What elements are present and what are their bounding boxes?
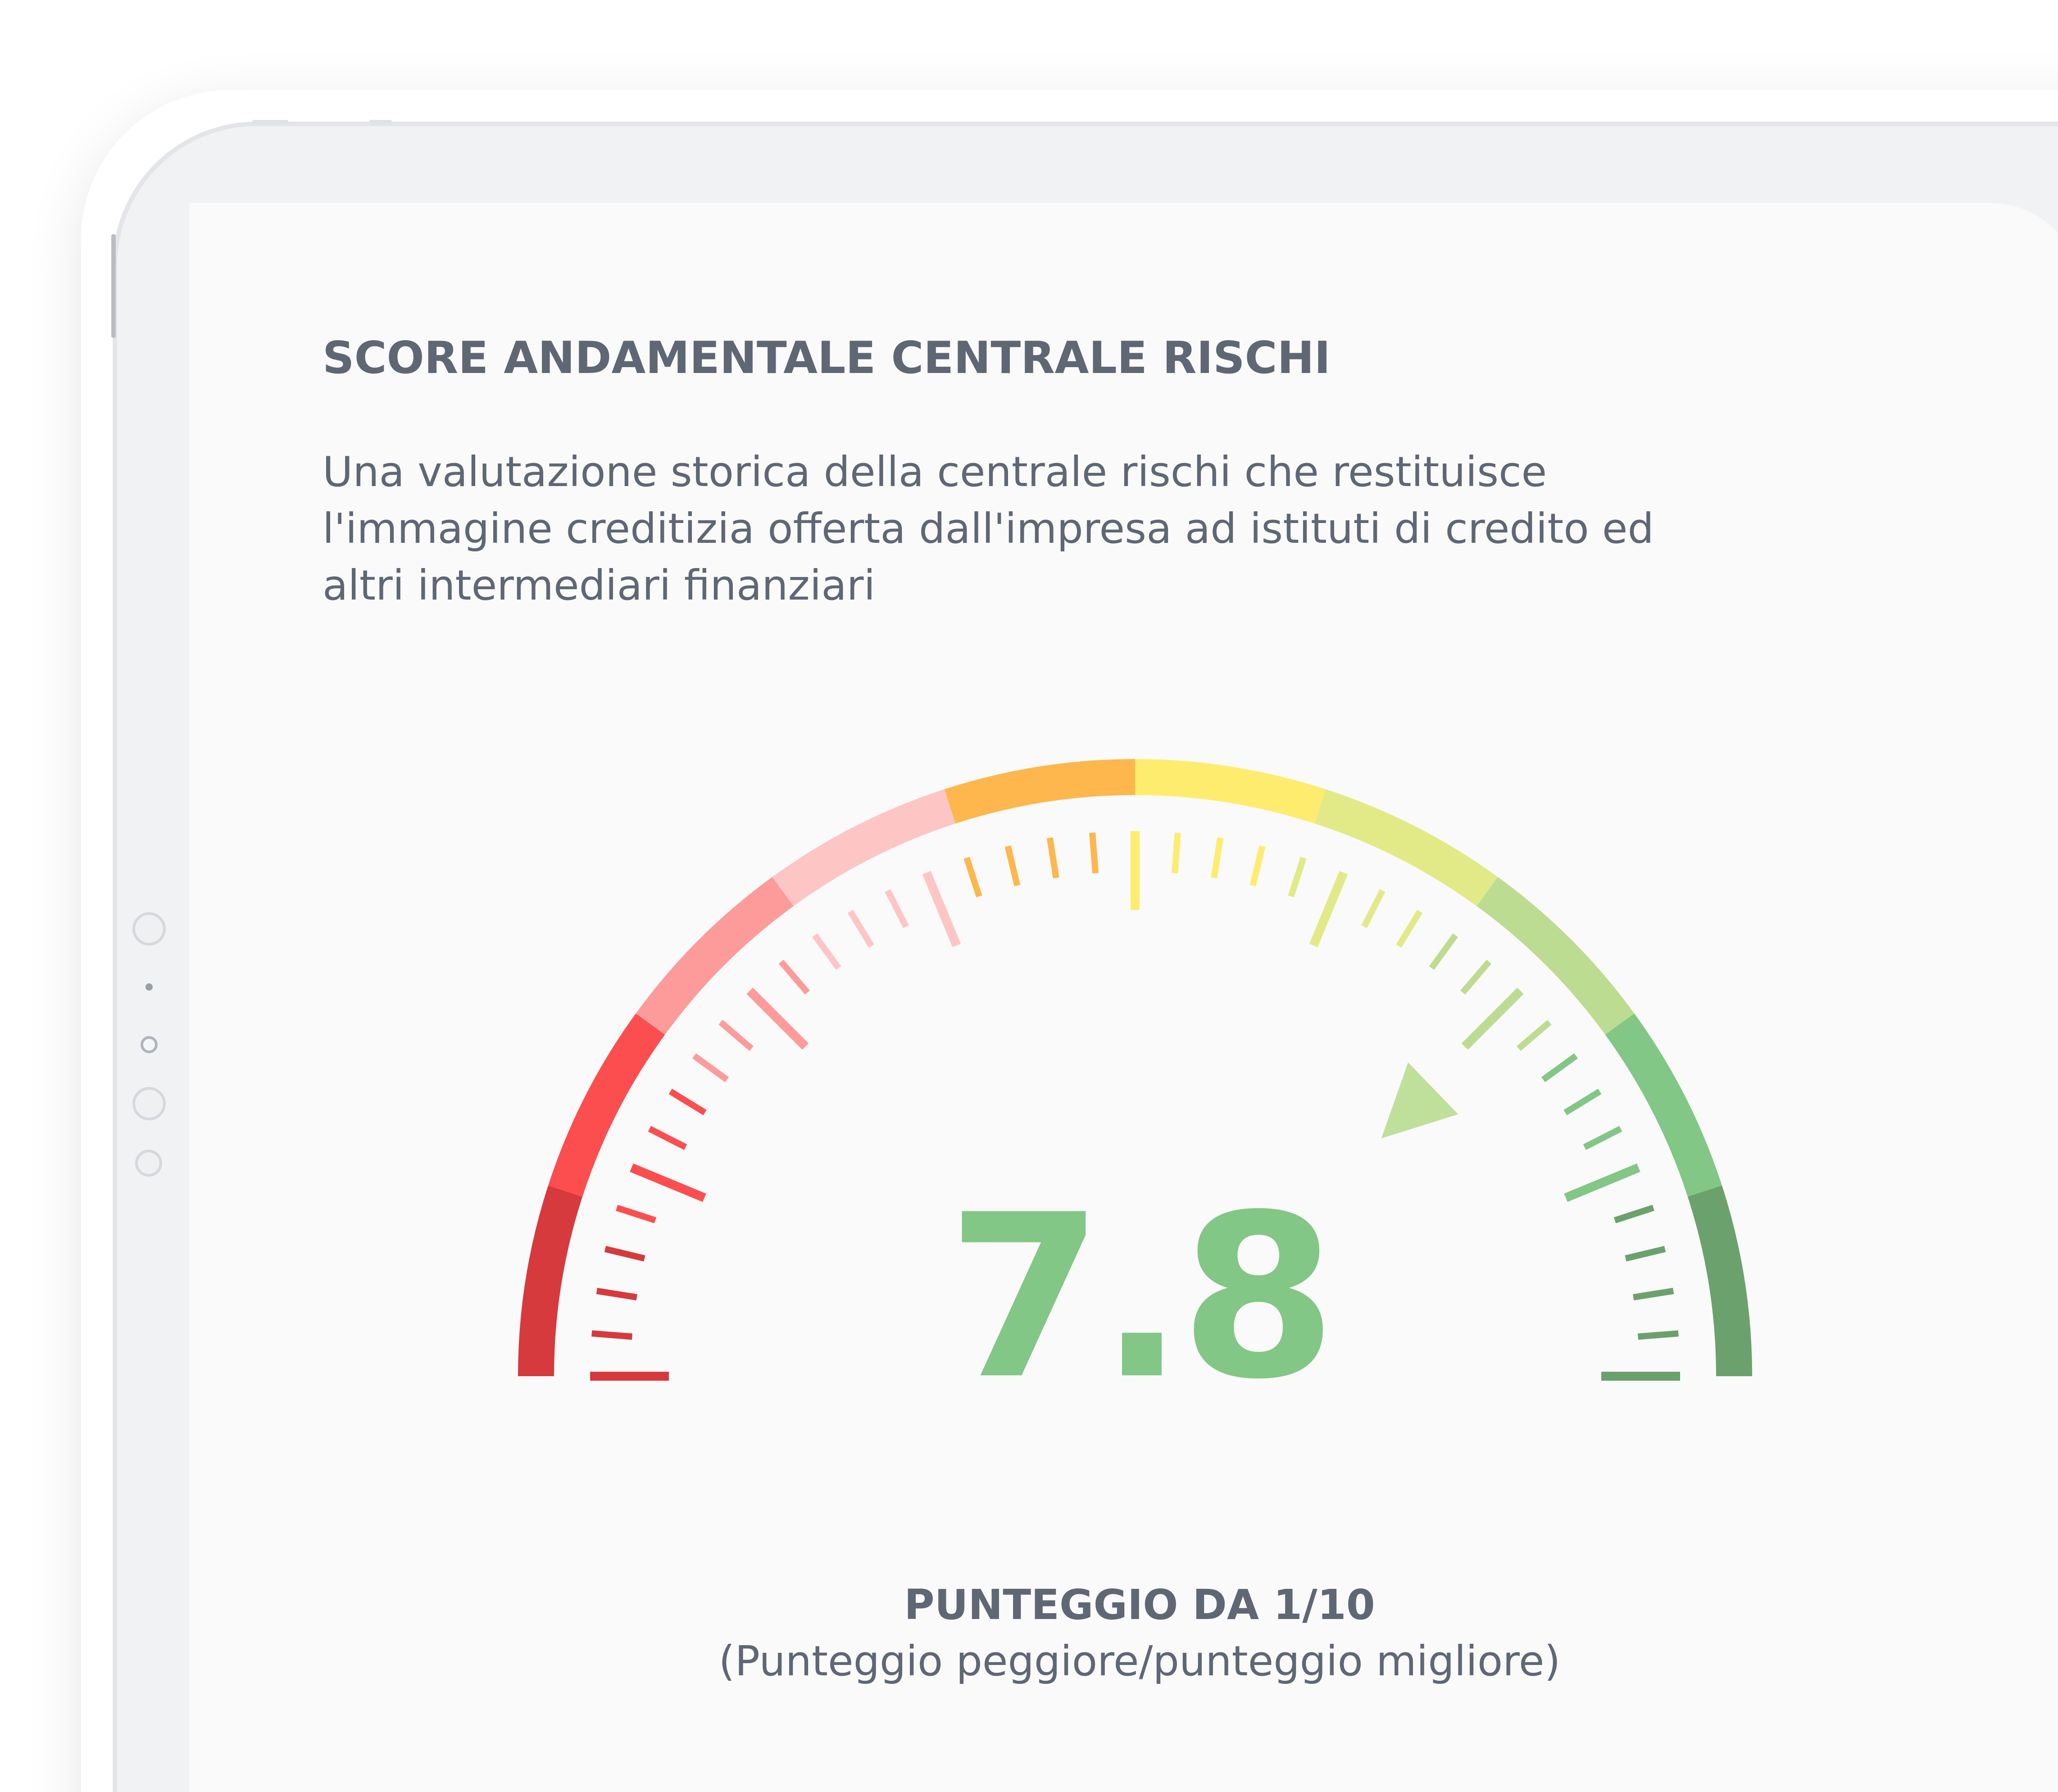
gauge-minor-tick bbox=[778, 960, 810, 995]
gauge-segment-5 bbox=[944, 759, 1135, 824]
gauge-segment-4 bbox=[772, 789, 956, 906]
gauge-minor-tick bbox=[1361, 889, 1386, 928]
gauge-segment-1 bbox=[518, 1185, 583, 1376]
gauge-major-tick bbox=[1461, 987, 1524, 1050]
gauge-minor-tick bbox=[1637, 1330, 1679, 1340]
gauge-segment-6 bbox=[1135, 759, 1326, 824]
gauge-minor-tick bbox=[1249, 845, 1266, 887]
gauge-major-tick bbox=[922, 871, 961, 947]
gauge-segment-9 bbox=[1605, 1013, 1722, 1197]
gauge-minor-tick bbox=[1583, 1126, 1622, 1150]
gauge-minor-tick bbox=[591, 1330, 633, 1340]
gauge-segment-7 bbox=[1314, 789, 1498, 906]
gauge-minor-tick bbox=[963, 857, 982, 897]
gauge-minor-tick bbox=[718, 1019, 754, 1051]
gauge-minor-tick bbox=[604, 1246, 645, 1262]
scale-subtitle: (Punteggio peggiore/punteggio migliore) bbox=[718, 1637, 1561, 1685]
gauge-minor-tick bbox=[1541, 1053, 1578, 1082]
gauge-minor-tick bbox=[1046, 837, 1059, 878]
gauge-segment-2 bbox=[548, 1013, 665, 1197]
gauge-minor-tick bbox=[1089, 832, 1099, 874]
gauge-minor-tick bbox=[1633, 1287, 1674, 1301]
gauge-minor-tick bbox=[596, 1287, 637, 1301]
gauge-minor-tick bbox=[648, 1126, 687, 1150]
score-gauge bbox=[518, 759, 1752, 1381]
gauge-minor-tick bbox=[1396, 910, 1423, 948]
gauge-minor-tick bbox=[1288, 857, 1307, 897]
gauge-segment-10 bbox=[1687, 1185, 1752, 1376]
gauge-major-tick bbox=[630, 1163, 706, 1202]
gauge-minor-tick bbox=[812, 933, 841, 970]
gauge-minor-tick bbox=[1429, 933, 1458, 970]
gauge-minor-tick bbox=[1563, 1088, 1602, 1115]
gauge-pointer bbox=[1381, 1062, 1458, 1139]
gauge-minor-tick bbox=[847, 910, 874, 948]
gauge-minor-tick bbox=[616, 1205, 656, 1223]
gauge-major-tick bbox=[1309, 871, 1348, 947]
scale-title: PUNTEGGIO DA 1/10 bbox=[904, 1581, 1375, 1629]
gauge-minor-tick bbox=[668, 1088, 707, 1115]
gauge-major-tick bbox=[1564, 1163, 1640, 1202]
gauge-minor-tick bbox=[1171, 832, 1181, 874]
gauge-minor-tick bbox=[885, 889, 909, 928]
gauge-major-tick bbox=[746, 987, 809, 1050]
gauge-minor-tick bbox=[1614, 1205, 1654, 1223]
gauge-minor-tick bbox=[1004, 845, 1021, 887]
gauge-minor-tick bbox=[1625, 1246, 1666, 1262]
gauge-minor-tick bbox=[1517, 1019, 1552, 1051]
gauge-minor-tick bbox=[1460, 960, 1492, 995]
gauge-minor-tick bbox=[1211, 837, 1224, 878]
score-value: 7.8 bbox=[947, 1166, 1337, 1428]
gauge-minor-tick bbox=[692, 1053, 729, 1082]
